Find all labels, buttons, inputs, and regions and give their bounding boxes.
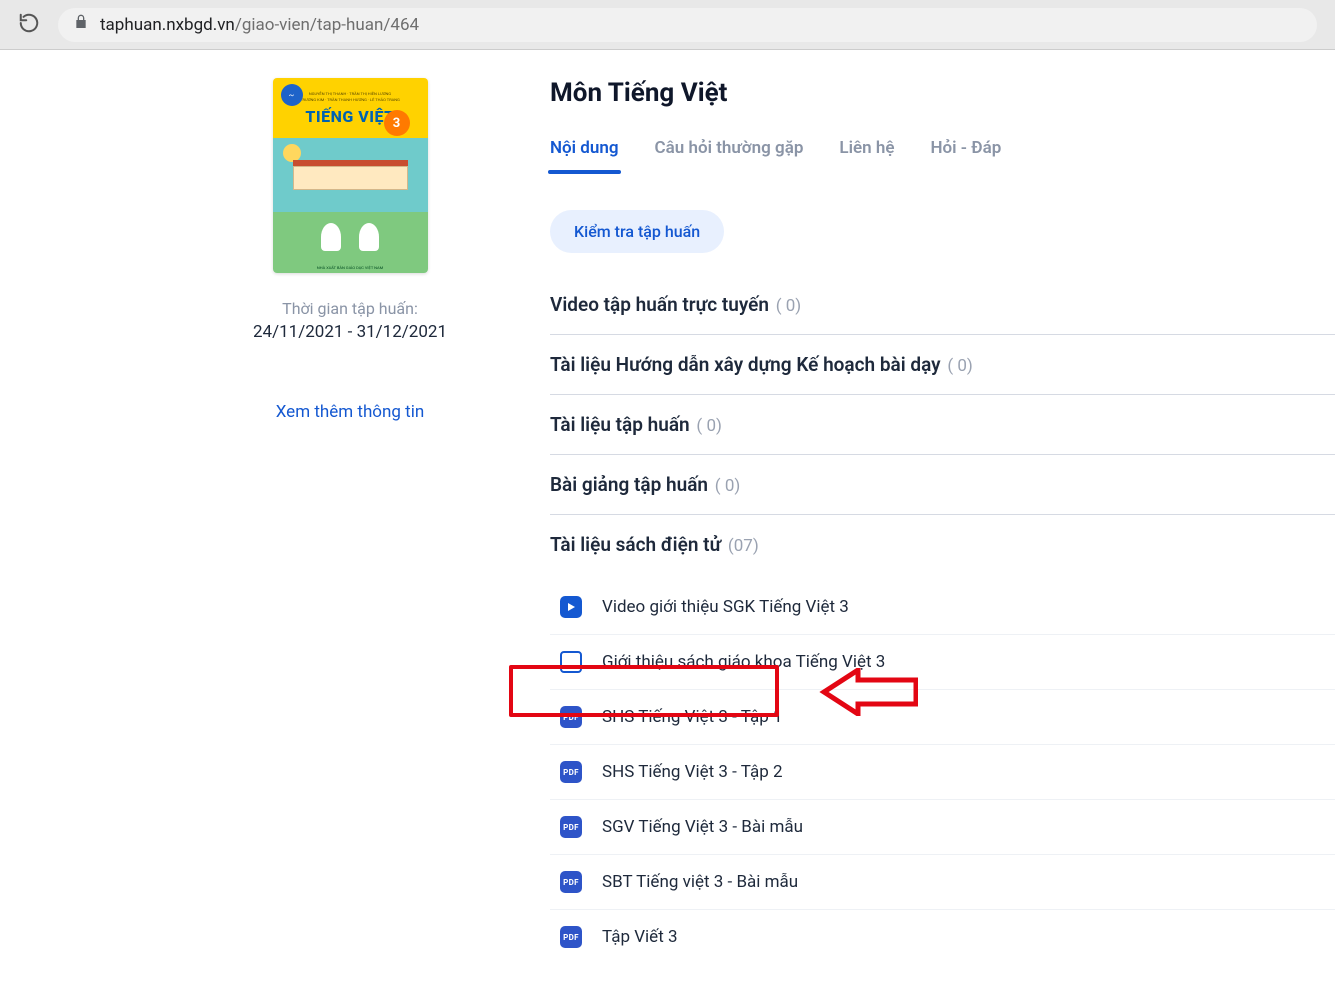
doc-item-video-intro[interactable]: Video giới thiệu SGK Tiếng Việt 3 [550,580,1335,635]
kid-illustration [321,223,341,251]
training-time-value: 24/11/2021 - 31/12/2021 [253,322,447,342]
pdf-icon: PDF [560,761,582,783]
reload-icon[interactable] [18,12,40,38]
doc-item-tap-viet[interactable]: PDF Tập Viết 3 [550,910,1335,964]
section-huong-dan[interactable]: Tài liệu Hướng dẫn xây dựng Kế hoạch bài… [550,335,1335,395]
left-panel: ~ NGUYỄN THỊ THANH · TRẦN THỊ HIỀN LƯƠNG… [210,78,490,964]
pdf-icon: PDF [560,706,582,728]
doc-label: SBT Tiếng việt 3 - Bài mẫu [602,872,798,892]
video-play-icon [560,596,582,618]
book-cover[interactable]: ~ NGUYỄN THỊ THANH · TRẦN THỊ HIỀN LƯƠNG… [273,78,428,273]
section-title: Bài giảng tập huấn [550,473,708,496]
section-title: Tài liệu tập huấn [550,413,690,436]
doc-label: SHS Tiếng Việt 3 - Tập 1 [602,707,783,727]
section-count: (07) [728,536,759,556]
publisher-logo-icon: ~ [281,84,303,106]
section-video[interactable]: Video tập huấn trực tuyến ( 0) [550,275,1335,335]
pdf-icon: PDF [560,816,582,838]
main-content: Môn Tiếng Việt Nội dung Câu hỏi thường g… [550,78,1335,964]
school-building [293,166,408,190]
section-title: Video tập huấn trực tuyến [550,293,769,316]
doc-label: SGV Tiếng Việt 3 - Bài mẫu [602,817,803,837]
doc-label: Giới thiệu sách giáo khoa Tiếng Việt 3 [602,652,885,672]
doc-item-shs-tap1[interactable]: PDF SHS Tiếng Việt 3 - Tập 1 [550,690,1335,745]
address-bar[interactable]: taphuan.nxbgd.vn/giao-vien/tap-huan/464 [58,8,1317,42]
section-count: ( 0) [696,416,722,436]
tab-noi-dung[interactable]: Nội dung [550,138,619,172]
doc-label: Video giới thiệu SGK Tiếng Việt 3 [602,597,849,617]
pdf-icon: PDF [560,926,582,948]
book-publisher: NHÀ XUẤT BẢN GIÁO DỤC VIỆT NAM [273,265,428,270]
tab-hoi-dap[interactable]: Hỏi - Đáp [931,138,1002,172]
check-training-button[interactable]: Kiểm tra tập huấn [550,210,724,253]
section-title: Tài liệu Hướng dẫn xây dựng Kế hoạch bài… [550,353,941,376]
section-bai-giang[interactable]: Bài giảng tập huấn ( 0) [550,455,1335,515]
url-domain: taphuan.nxbgd.vn [100,15,235,35]
lock-icon [74,14,88,35]
section-tai-lieu[interactable]: Tài liệu tập huấn ( 0) [550,395,1335,455]
book-grade: 3 [384,110,410,136]
page-title: Môn Tiếng Việt [550,78,1335,108]
section-count: ( 0) [776,296,802,316]
tabs: Nội dung Câu hỏi thường gặp Liên hệ Hỏi … [550,138,1335,174]
section-title: Tài liệu sách điện tử [550,533,721,556]
section-sach-dien-tu[interactable]: Tài liệu sách điện tử (07) [550,515,1335,574]
document-list: Video giới thiệu SGK Tiếng Việt 3 Giới t… [550,580,1335,964]
browser-toolbar: taphuan.nxbgd.vn/giao-vien/tap-huan/464 [0,0,1335,50]
url-text: taphuan.nxbgd.vn/giao-vien/tap-huan/464 [100,15,419,35]
pdf-icon: PDF [560,871,582,893]
section-count: ( 0) [715,476,741,496]
training-time-label: Thời gian tập huấn: [282,299,418,318]
tab-lien-he[interactable]: Liên hệ [839,138,894,172]
doc-item-sbt[interactable]: PDF SBT Tiếng việt 3 - Bài mẫu [550,855,1335,910]
book-authors: NGUYỄN THỊ THANH · TRẦN THỊ HIỀN LƯƠNGTR… [300,91,400,103]
doc-label: Tập Viết 3 [602,927,678,947]
more-info-link[interactable]: Xem thêm thông tin [276,402,425,422]
doc-label: SHS Tiếng Việt 3 - Tập 2 [602,762,783,782]
slide-icon [560,651,582,673]
doc-item-slide-intro[interactable]: Giới thiệu sách giáo khoa Tiếng Việt 3 [550,635,1335,690]
section-count: ( 0) [947,356,973,376]
doc-item-shs-tap2[interactable]: PDF SHS Tiếng Việt 3 - Tập 2 [550,745,1335,800]
book-title: TIẾNG VIỆT [305,107,394,126]
doc-item-sgv[interactable]: PDF SGV Tiếng Việt 3 - Bài mẫu [550,800,1335,855]
tab-cau-hoi[interactable]: Câu hỏi thường gặp [655,138,804,172]
url-path: /giao-vien/tap-huan/464 [235,15,419,35]
kid-illustration [359,223,379,251]
